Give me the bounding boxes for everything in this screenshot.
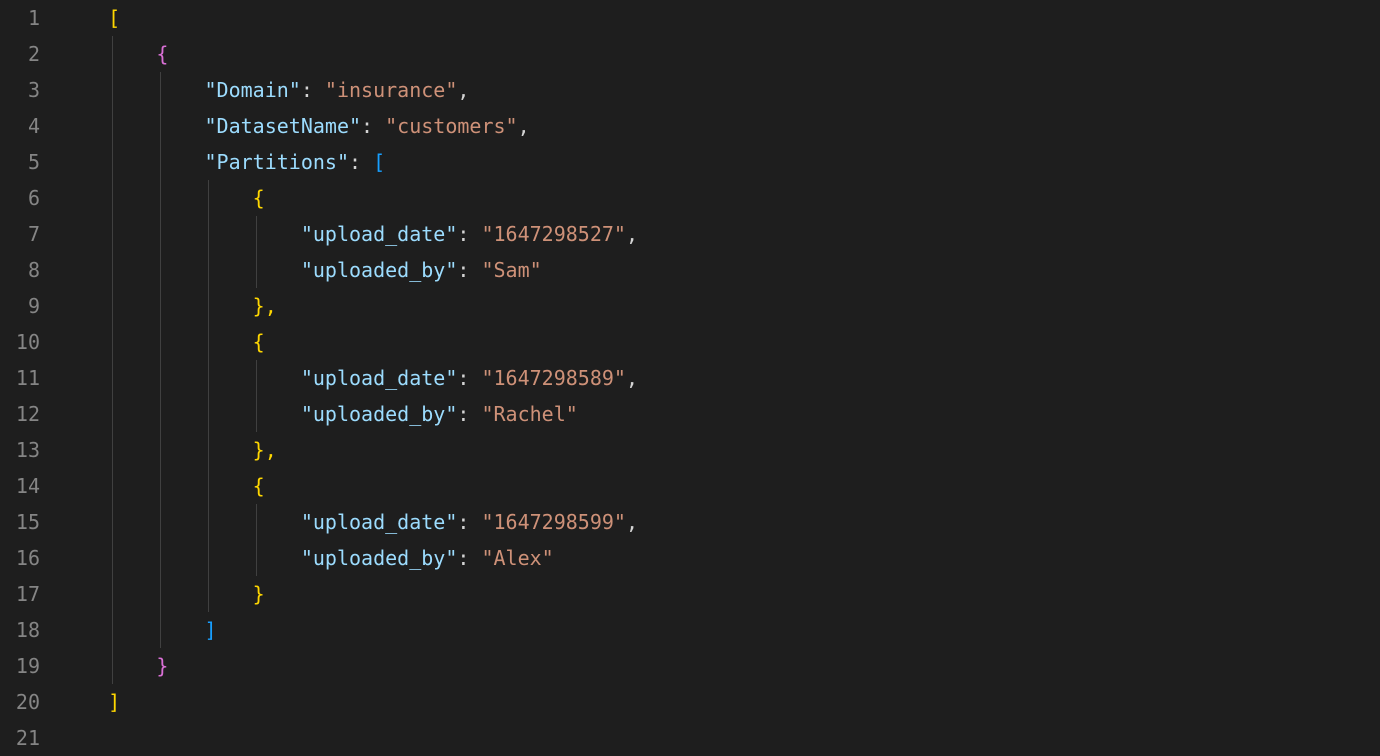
code-line[interactable]: "upload_date": "1647298599", [60, 504, 1380, 540]
code-line[interactable]: "DatasetName": "customers", [60, 108, 1380, 144]
bracket-close-array: ] [108, 690, 120, 714]
json-key-partitions: "Partitions" [205, 150, 350, 174]
json-value-uploaded-by: "Alex" [481, 546, 553, 570]
line-number: 6 [0, 180, 40, 216]
line-number: 18 [0, 612, 40, 648]
json-value-upload-date: "1647298599" [481, 510, 626, 534]
line-number: 12 [0, 396, 40, 432]
line-number: 9 [0, 288, 40, 324]
code-line[interactable]: "uploaded_by": "Rachel" [60, 396, 1380, 432]
code-editor[interactable]: 1 2 3 4 5 6 7 8 9 10 11 12 13 14 15 16 1… [0, 0, 1380, 756]
comma: , [457, 78, 469, 102]
line-number: 3 [0, 72, 40, 108]
line-number: 13 [0, 432, 40, 468]
brace-close: } [156, 654, 168, 678]
line-number: 21 [0, 720, 40, 756]
code-line[interactable]: [ [60, 0, 1380, 36]
code-line[interactable]: }, [60, 288, 1380, 324]
line-number: 2 [0, 36, 40, 72]
code-line[interactable]: ] [60, 684, 1380, 720]
code-line[interactable]: { [60, 180, 1380, 216]
line-number: 19 [0, 648, 40, 684]
line-number: 4 [0, 108, 40, 144]
colon: : [349, 150, 373, 174]
code-line[interactable]: "Partitions": [ [60, 144, 1380, 180]
json-key-upload-date: "upload_date" [301, 366, 458, 390]
json-key-upload-date: "upload_date" [301, 222, 458, 246]
line-number: 10 [0, 324, 40, 360]
json-key-uploaded-by: "uploaded_by" [301, 402, 458, 426]
colon: : [361, 114, 385, 138]
json-value-uploaded-by: "Sam" [481, 258, 541, 282]
code-line[interactable]: "upload_date": "1647298589", [60, 360, 1380, 396]
code-line[interactable]: } [60, 648, 1380, 684]
code-line[interactable]: { [60, 324, 1380, 360]
line-number: 15 [0, 504, 40, 540]
code-line[interactable]: "upload_date": "1647298527", [60, 216, 1380, 252]
line-number: 11 [0, 360, 40, 396]
comma: , [626, 366, 638, 390]
colon: : [457, 510, 481, 534]
code-line[interactable]: { [60, 468, 1380, 504]
line-number: 7 [0, 216, 40, 252]
line-number: 16 [0, 540, 40, 576]
colon: : [457, 222, 481, 246]
colon: : [457, 546, 481, 570]
code-line[interactable]: }, [60, 432, 1380, 468]
brace-close: }, [253, 438, 277, 462]
bracket-open-array: [ [373, 150, 385, 174]
code-line[interactable]: ] [60, 612, 1380, 648]
json-key-uploaded-by: "uploaded_by" [301, 258, 458, 282]
bracket-close-array: ] [205, 618, 217, 642]
code-line[interactable] [60, 720, 1380, 756]
brace-open: { [156, 42, 168, 66]
brace-open: { [253, 330, 265, 354]
brace-close: } [253, 582, 265, 606]
code-line[interactable]: "uploaded_by": "Alex" [60, 540, 1380, 576]
colon: : [457, 258, 481, 282]
line-number: 14 [0, 468, 40, 504]
json-value-uploaded-by: "Rachel" [481, 402, 577, 426]
colon: : [301, 78, 325, 102]
comma: , [626, 222, 638, 246]
line-number: 8 [0, 252, 40, 288]
line-number-gutter: 1 2 3 4 5 6 7 8 9 10 11 12 13 14 15 16 1… [0, 0, 60, 756]
brace-open: { [253, 186, 265, 210]
json-value-domain: "insurance" [325, 78, 457, 102]
line-number: 5 [0, 144, 40, 180]
code-line[interactable]: "Domain": "insurance", [60, 72, 1380, 108]
colon: : [457, 402, 481, 426]
comma: , [626, 510, 638, 534]
code-content[interactable]: [ { "Domain": "insurance", "DatasetName"… [60, 0, 1380, 756]
code-line[interactable]: { [60, 36, 1380, 72]
json-key-datasetname: "DatasetName" [205, 114, 362, 138]
line-number: 20 [0, 684, 40, 720]
json-value-datasetname: "customers" [385, 114, 517, 138]
json-value-upload-date: "1647298589" [481, 366, 626, 390]
json-key-uploaded-by: "uploaded_by" [301, 546, 458, 570]
json-key-domain: "Domain" [205, 78, 301, 102]
colon: : [457, 366, 481, 390]
bracket-open-array: [ [108, 6, 120, 30]
comma: , [518, 114, 530, 138]
code-line[interactable]: "uploaded_by": "Sam" [60, 252, 1380, 288]
json-key-upload-date: "upload_date" [301, 510, 458, 534]
line-number: 17 [0, 576, 40, 612]
line-number: 1 [0, 0, 40, 36]
brace-open: { [253, 474, 265, 498]
brace-close: }, [253, 294, 277, 318]
json-value-upload-date: "1647298527" [481, 222, 626, 246]
code-line[interactable]: } [60, 576, 1380, 612]
